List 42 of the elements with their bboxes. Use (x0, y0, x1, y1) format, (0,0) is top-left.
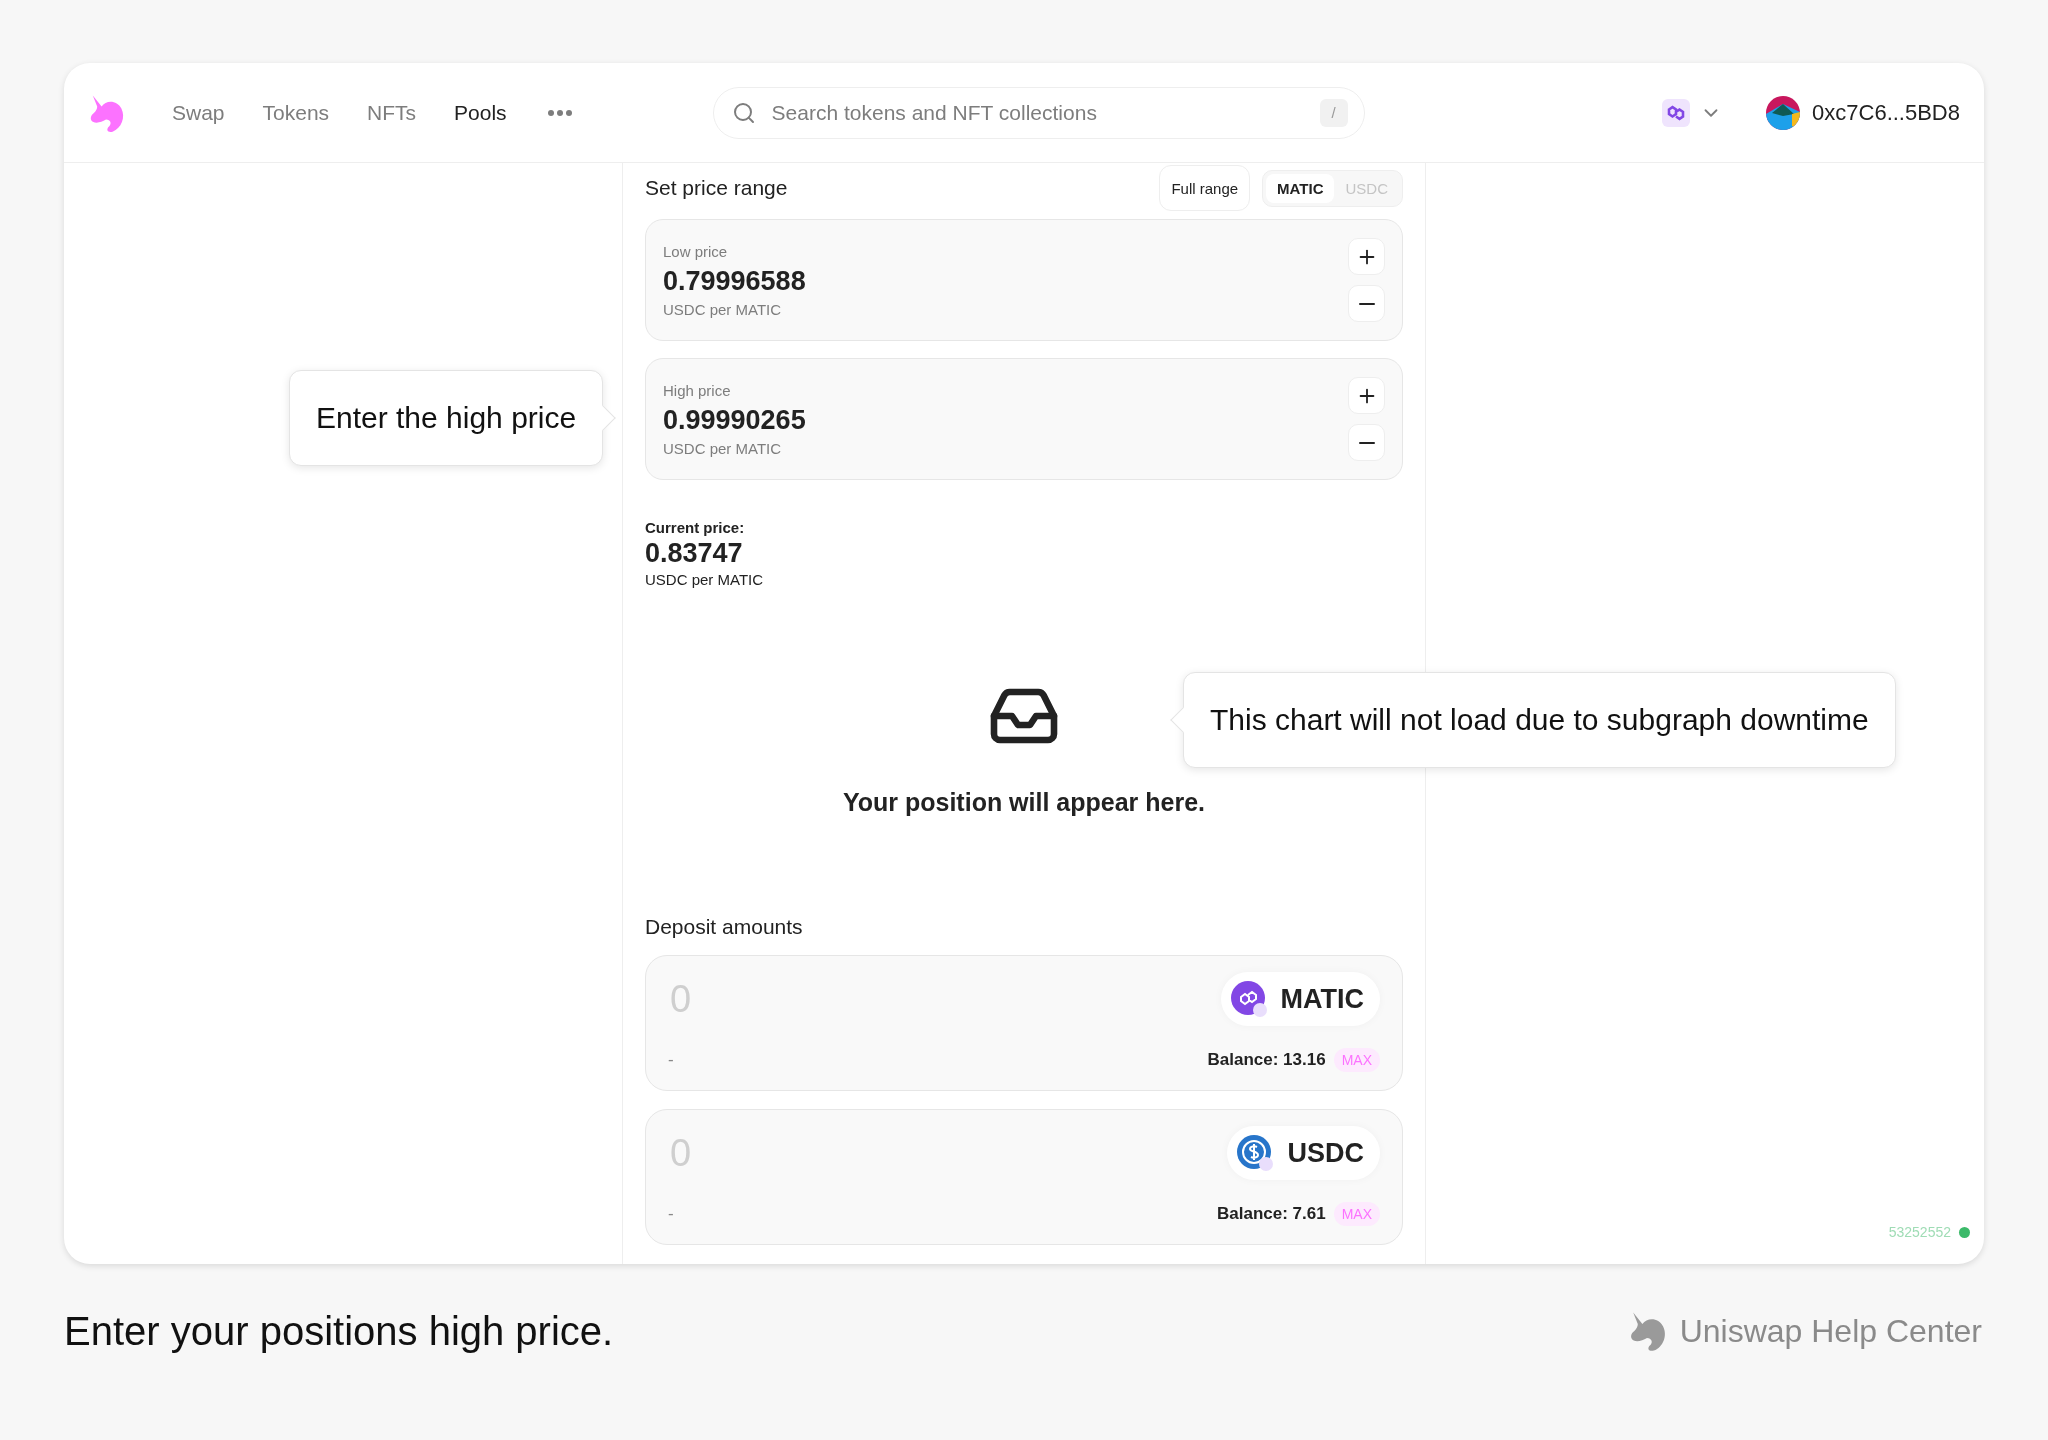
nav-link[interactable]: Swap (172, 100, 225, 125)
account-button[interactable]: 0xc7C6...5BD8 (1762, 91, 1964, 134)
token-button[interactable]: USDC (1227, 1126, 1380, 1180)
price-value[interactable]: 0.79996588 (663, 265, 1348, 297)
minus-icon (1358, 441, 1375, 444)
price-value[interactable]: 0.99990265 (663, 404, 1348, 436)
price-unit: USDC per MATIC (663, 300, 783, 318)
current-price-label: Current price: (645, 519, 746, 536)
token-button[interactable]: MATIC (1220, 972, 1380, 1026)
help-center-title: Uniswap Help Center (1679, 1312, 1982, 1350)
polygon-token-icon (1230, 981, 1267, 1017)
decrement-button[interactable] (1348, 285, 1385, 322)
shortcut-key: / (1319, 98, 1348, 127)
increment-button[interactable] (1348, 377, 1385, 414)
current-price-value: 0.83747 (645, 538, 744, 569)
increment-button[interactable] (1348, 238, 1385, 275)
search-input[interactable]: Search tokens and NFT collections (769, 99, 1306, 126)
price-label: Low price (663, 242, 729, 260)
fiat-value: - (668, 1204, 674, 1224)
price-label: High price (663, 381, 732, 399)
balance-text: Balance: 13.16 (1207, 1050, 1326, 1070)
dollar-coin-icon (1237, 1135, 1274, 1171)
polygon-icon (1662, 98, 1691, 127)
balance-text: Balance: 7.61 (1216, 1204, 1326, 1224)
nav-link[interactable]: NFTs (367, 100, 417, 125)
minus-icon (1358, 302, 1375, 305)
current-price-unit: USDC per MATIC (645, 571, 765, 588)
empty-message: Your position will appear here. (842, 788, 1206, 817)
section-title: Set price range (645, 176, 789, 200)
section-title: Deposit amounts (645, 915, 804, 939)
block-number: 53252552 (1888, 1224, 1951, 1240)
caption: Enter your positions high price. (64, 1308, 614, 1354)
more-icon[interactable] (546, 108, 573, 117)
search-icon (731, 100, 756, 125)
avatar-icon (1766, 95, 1801, 130)
price-unit: USDC per MATIC (663, 439, 783, 457)
token-tab[interactable]: MATIC (1266, 173, 1335, 203)
fiat-value: - (668, 1050, 674, 1070)
full-range-button[interactable]: Full range (1159, 165, 1251, 211)
nav-link[interactable]: Tokens (262, 100, 330, 125)
nav-link[interactable]: Pools (454, 100, 507, 125)
decrement-button[interactable] (1348, 424, 1385, 461)
